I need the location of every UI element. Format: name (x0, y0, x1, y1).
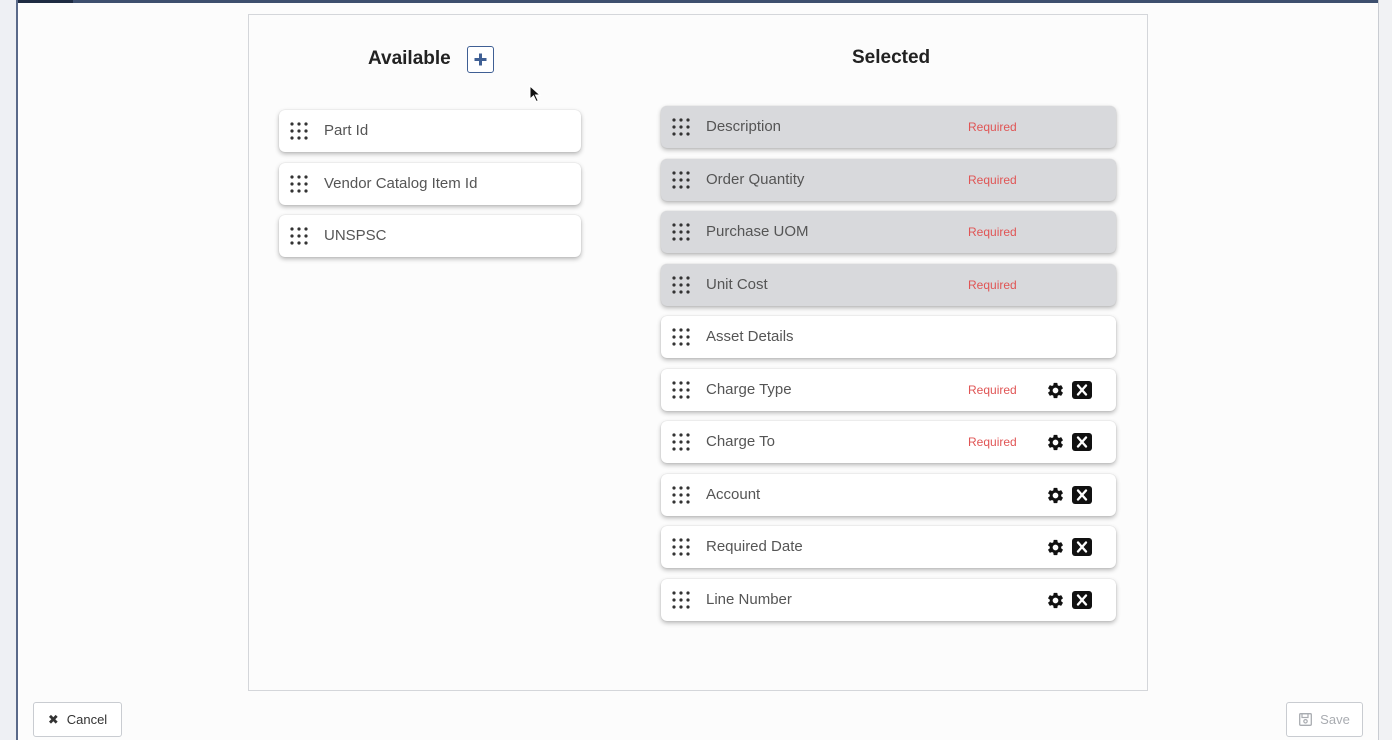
drag-handle-icon[interactable] (289, 226, 309, 246)
required-badge: Required (968, 120, 1017, 134)
item-label: UNSPSC (324, 227, 387, 244)
add-column-button[interactable] (467, 46, 494, 73)
gear-icon[interactable] (1046, 591, 1065, 610)
close-box-icon[interactable] (1072, 433, 1092, 451)
item-label: Part Id (324, 122, 369, 139)
selected-item-order-quantity[interactable]: Order Quantity Required (661, 158, 1116, 201)
drag-handle-icon[interactable] (671, 380, 691, 400)
save-button[interactable]: Save (1286, 702, 1363, 737)
drag-handle-icon[interactable] (671, 275, 691, 295)
selected-item-charge-to[interactable]: Charge To Required (661, 421, 1116, 463)
floppy-disk-icon (1299, 713, 1313, 726)
available-item-vendor-catalog-item-id[interactable]: Vendor Catalog Item Id (279, 162, 581, 205)
drag-handle-icon[interactable] (671, 590, 691, 610)
item-label: Description (706, 118, 782, 135)
available-title: Available (368, 48, 451, 69)
selected-title: Selected (852, 47, 931, 68)
selected-item-unit-cost[interactable]: Unit Cost Required (661, 263, 1116, 306)
gear-icon[interactable] (1046, 381, 1065, 400)
close-box-icon[interactable] (1072, 380, 1092, 399)
gear-icon[interactable] (1046, 486, 1065, 505)
selected-item-description[interactable]: Description Required (661, 106, 1116, 148)
gear-icon[interactable] (1046, 538, 1065, 557)
item-label: Line Number (706, 590, 792, 608)
item-label: Unit Cost (706, 275, 768, 293)
available-item-part-id[interactable]: Part Id (279, 110, 581, 152)
drag-handle-icon[interactable] (671, 327, 691, 347)
item-label: Required Date (706, 538, 803, 555)
drag-handle-icon[interactable] (671, 222, 691, 242)
close-box-icon[interactable] (1072, 590, 1092, 609)
required-badge: Required (968, 172, 1017, 187)
cancel-button-label: Cancel (66, 712, 108, 727)
drag-handle-icon[interactable] (289, 121, 309, 141)
item-label: Purchase UOM (706, 223, 809, 240)
save-button-label: Save (1320, 712, 1350, 727)
gear-icon[interactable] (1046, 433, 1065, 452)
item-label: Order Quantity (706, 170, 805, 188)
close-box-icon[interactable] (1072, 538, 1092, 556)
drag-handle-icon[interactable] (289, 174, 309, 194)
x-icon: ✖ (47, 712, 59, 727)
selected-item-line-number[interactable]: Line Number (661, 578, 1116, 621)
selected-item-asset-details[interactable]: Asset Details (661, 316, 1116, 358)
drag-handle-icon[interactable] (671, 117, 691, 137)
item-label: Account (706, 485, 761, 503)
required-badge: Required (968, 225, 1017, 239)
column-configuration-panel: Available Selected Part Id Vendor Catalog… (248, 14, 1148, 691)
required-badge: Required (968, 382, 1017, 397)
drag-handle-icon[interactable] (671, 537, 691, 557)
plus-icon (474, 53, 487, 66)
selected-item-account[interactable]: Account (661, 473, 1116, 516)
selected-item-charge-type[interactable]: Charge Type Required (661, 368, 1116, 411)
available-item-unspsc[interactable]: UNSPSC (279, 215, 581, 257)
drag-handle-icon[interactable] (671, 485, 691, 505)
drag-handle-icon[interactable] (671, 432, 691, 452)
drag-handle-icon[interactable] (671, 170, 691, 190)
item-label: Asset Details (706, 328, 794, 345)
item-label: Vendor Catalog Item Id (324, 174, 478, 192)
cancel-button[interactable]: ✖ Cancel (33, 702, 122, 737)
required-badge: Required (968, 435, 1017, 449)
selected-item-purchase-uom[interactable]: Purchase UOM Required (661, 211, 1116, 253)
left-rail (0, 0, 18, 740)
item-label: Charge To (706, 433, 775, 450)
item-label: Charge Type (706, 380, 792, 398)
required-badge: Required (968, 277, 1017, 292)
scrollbar[interactable] (1378, 0, 1392, 740)
selected-item-required-date[interactable]: Required Date (661, 526, 1116, 568)
close-box-icon[interactable] (1072, 485, 1092, 504)
mouse-cursor-icon (529, 85, 541, 103)
